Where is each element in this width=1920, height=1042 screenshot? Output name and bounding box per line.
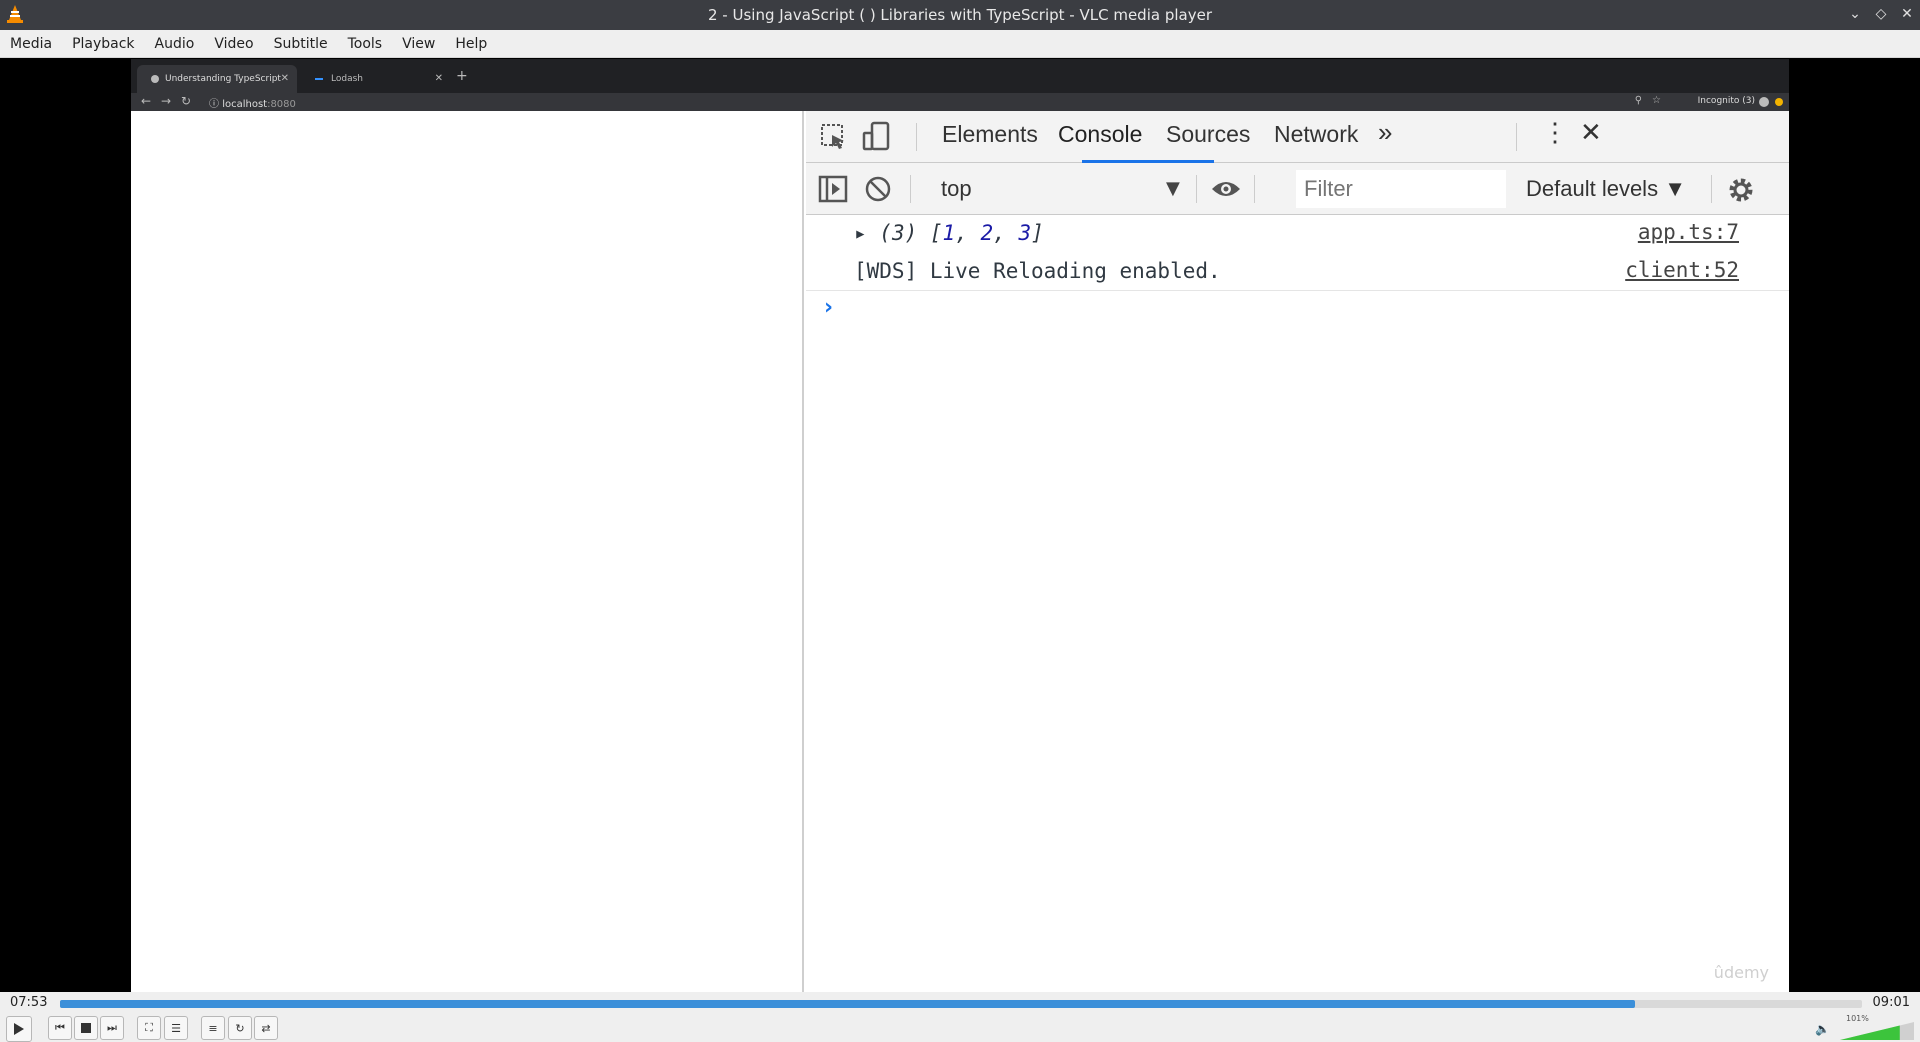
previous-button[interactable]: ⏮ bbox=[48, 1016, 72, 1040]
shuffle-icon: ⇄ bbox=[261, 1021, 271, 1035]
stop-icon bbox=[81, 1023, 91, 1033]
filter-input bbox=[1296, 170, 1506, 208]
tab-sources: Sources bbox=[1166, 121, 1251, 147]
reload-icon: ↻ bbox=[181, 94, 192, 108]
dropdown-arrow-icon: ▼ bbox=[1166, 178, 1180, 199]
clear-console-icon bbox=[865, 176, 891, 202]
close-icon: ✕ bbox=[280, 73, 289, 84]
total-time: 09:01 bbox=[1872, 995, 1910, 1010]
browser-tabstrip: Understanding TypeScript ✕ Lodash ✕ + bbox=[131, 59, 1789, 93]
udemy-watermark: ûdemy bbox=[1713, 963, 1769, 982]
incognito-label: Incognito (3) bbox=[1697, 96, 1755, 106]
browser-tab-label: Lodash bbox=[331, 74, 363, 84]
inspect-element-icon bbox=[821, 124, 844, 149]
browser-tab: Understanding TypeScript ✕ bbox=[137, 65, 297, 93]
log-text: [WDS] Live Reloading enabled. bbox=[854, 259, 1221, 283]
loop-button[interactable]: ↻ bbox=[228, 1016, 252, 1040]
console-message: ▸ (3) [1, 2, 3] app.ts:7 bbox=[806, 215, 1789, 253]
previous-icon: ⏮ bbox=[55, 1021, 65, 1034]
menu-playback[interactable]: Playback bbox=[72, 36, 134, 52]
console-prompt-icon: › bbox=[824, 295, 834, 320]
equalizer-icon: ☰ bbox=[171, 1021, 181, 1035]
next-icon: ⏭ bbox=[107, 1021, 117, 1034]
gear-icon bbox=[1729, 178, 1753, 202]
devtools-tabbar: Elements Console Sources Network » ⋮ ✕ bbox=[806, 111, 1789, 163]
console-message: [WDS] Live Reloading enabled. client:52 bbox=[806, 253, 1789, 291]
live-expression-eye-icon bbox=[1212, 182, 1240, 196]
forward-icon: → bbox=[161, 94, 172, 108]
lodash-icon bbox=[315, 78, 323, 80]
video-frame: Understanding TypeScript ✕ Lodash ✕ + ← … bbox=[131, 59, 1789, 992]
menu-help[interactable]: Help bbox=[455, 36, 487, 52]
fullscreen-button[interactable]: ⛶ bbox=[137, 1016, 161, 1040]
incognito-icon bbox=[1759, 97, 1769, 107]
log-array: ▸ (3) [1, 2, 3] bbox=[854, 221, 1044, 245]
window-title: 2 - Using JavaScript ( ) Libraries with … bbox=[707, 6, 1212, 24]
seek-slider[interactable] bbox=[60, 1000, 1862, 1008]
browser-addressbar: ← → ↻ ⓘ localhost:8080 ⚲☆ Incognito (3) bbox=[131, 93, 1789, 111]
back-icon: ← bbox=[141, 94, 152, 108]
search-icon: ⚲☆ bbox=[1634, 95, 1671, 106]
close-icon[interactable]: ✕ bbox=[1898, 5, 1916, 23]
plus-icon: + bbox=[456, 68, 468, 84]
menubar: Media Playback Audio Video Subtitle Tool… bbox=[0, 30, 1920, 58]
globe-icon bbox=[151, 75, 159, 83]
log-levels-dropdown: Default levels ▼ bbox=[1526, 176, 1686, 201]
menu-subtitle[interactable]: Subtitle bbox=[274, 36, 328, 52]
console-toolbar: top ▼ Default levels ▼ bbox=[806, 163, 1789, 215]
speaker-icon[interactable]: 🔈 bbox=[1815, 1022, 1830, 1036]
context-selector: top bbox=[941, 176, 972, 201]
browser-tab: Lodash ✕ bbox=[301, 65, 451, 93]
shuffle-button[interactable]: ⇄ bbox=[254, 1016, 278, 1040]
window-titlebar: 2 - Using JavaScript ( ) Libraries with … bbox=[0, 0, 1920, 30]
volume-slider[interactable] bbox=[1840, 1022, 1914, 1040]
url-text: ⓘ localhost:8080 bbox=[209, 99, 296, 110]
menu-view[interactable]: View bbox=[402, 36, 435, 52]
play-button[interactable] bbox=[6, 1016, 32, 1042]
menu-tools[interactable]: Tools bbox=[348, 36, 383, 52]
device-toolbar-icon bbox=[862, 121, 890, 151]
tab-console: Console bbox=[1058, 121, 1143, 147]
webpage-viewport bbox=[131, 111, 804, 992]
loop-icon: ↻ bbox=[235, 1021, 245, 1035]
fullscreen-icon: ⛶ bbox=[145, 1021, 153, 1034]
menu-media[interactable]: Media bbox=[10, 36, 52, 52]
player-controls: 07:53 09:01 ⏮ ⏭ ⛶ ☰ ≡ ↻ ⇄ 🔈 101% bbox=[0, 992, 1920, 1042]
play-icon bbox=[14, 1023, 24, 1035]
stop-button[interactable] bbox=[74, 1016, 98, 1040]
kebab-menu-icon: ⋮ bbox=[1542, 117, 1568, 147]
browser-tab-label: Understanding TypeScript bbox=[165, 74, 281, 84]
source-link: client:52 bbox=[1625, 258, 1739, 282]
tab-network: Network bbox=[1274, 121, 1359, 147]
tab-elements: Elements bbox=[942, 121, 1038, 147]
next-button[interactable]: ⏭ bbox=[100, 1016, 124, 1040]
playlist-icon: ≡ bbox=[208, 1021, 218, 1035]
sidebar-toggle-icon bbox=[818, 175, 848, 203]
maximize-icon[interactable]: ◇ bbox=[1872, 5, 1890, 23]
source-link: app.ts:7 bbox=[1637, 220, 1739, 244]
close-icon: ✕ bbox=[434, 73, 443, 84]
video-area[interactable]: Understanding TypeScript ✕ Lodash ✕ + ← … bbox=[0, 59, 1920, 992]
minimize-icon[interactable]: ⌄ bbox=[1846, 5, 1864, 23]
extension-icon bbox=[1775, 98, 1783, 106]
more-tabs-icon: » bbox=[1378, 117, 1393, 147]
elapsed-time: 07:53 bbox=[10, 995, 48, 1010]
close-devtools-icon: ✕ bbox=[1580, 117, 1602, 147]
devtools-panel: Elements Console Sources Network » ⋮ ✕ t… bbox=[806, 111, 1789, 992]
seek-progress bbox=[60, 1000, 1635, 1008]
extended-settings-button[interactable]: ☰ bbox=[164, 1016, 188, 1040]
volume-level bbox=[1840, 1025, 1900, 1040]
playlist-button[interactable]: ≡ bbox=[201, 1016, 225, 1040]
menu-video[interactable]: Video bbox=[214, 36, 253, 52]
menu-audio[interactable]: Audio bbox=[155, 36, 195, 52]
